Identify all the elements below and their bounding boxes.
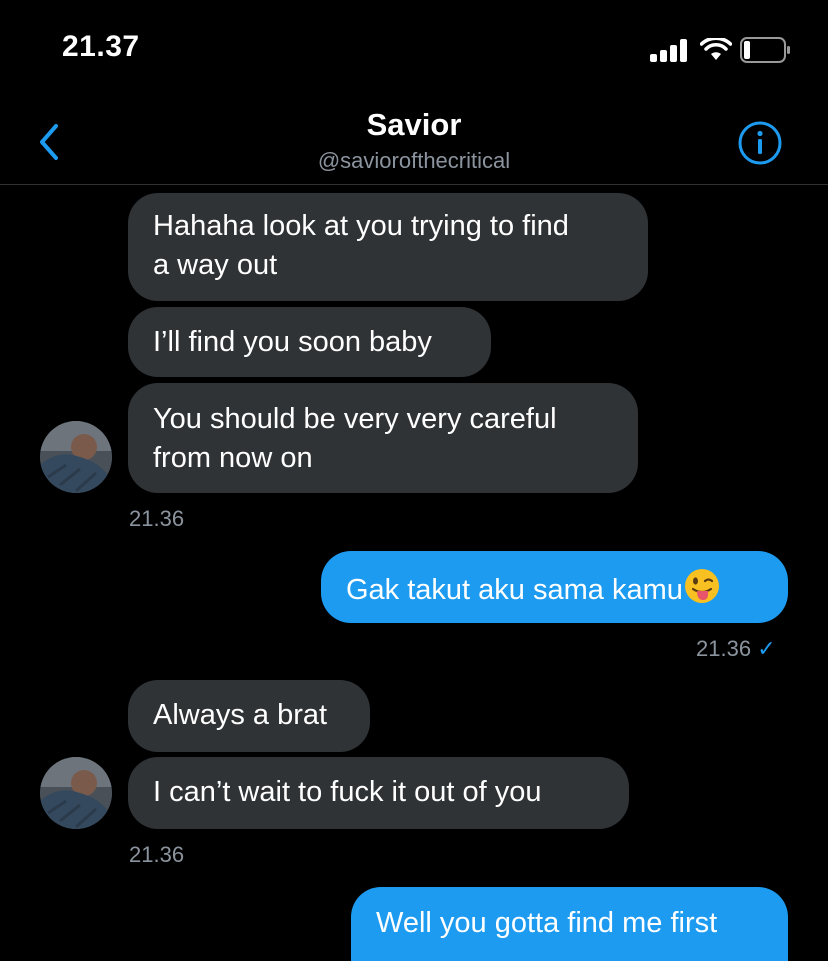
incoming-message[interactable]: Hahaha look at you trying to find a way … [128,193,648,301]
status-bar: 21.37 [0,0,828,100]
message-timestamp: 21.36 [129,842,185,867]
message-text: Gak takut aku sama kamu [346,574,683,606]
battery-icon [740,37,790,63]
wifi-icon [700,38,732,60]
message-text: Hahaha look at you trying to find [153,210,569,242]
status-time: 21.37 [62,30,140,63]
face-with-tongue-winking-icon [684,569,719,603]
contact-handle[interactable]: @saviorofthecritical [0,148,828,174]
message-text: from now on [153,442,313,474]
avatar[interactable] [40,421,112,493]
read-receipt-icon: ✓ [757,636,776,661]
outgoing-message[interactable]: Well you gotta find me first [351,887,788,961]
message-text: a way out [153,249,278,281]
outgoing-message[interactable]: Gak takut aku sama kamu [321,551,788,623]
message-timestamp: 21.36 ✓ [696,636,776,662]
incoming-message[interactable]: Always a brat [128,680,370,752]
contact-name[interactable]: Savior [0,107,828,143]
signal-icon [650,38,692,62]
message-text: Well you gotta find me first [376,907,718,939]
avatar-photo [40,757,112,829]
avatar[interactable] [40,757,112,829]
info-icon [738,121,782,165]
incoming-message[interactable]: I can’t wait to fuck it out of you [128,757,629,829]
avatar-photo [40,421,112,493]
conversation-header: Savior @saviorofthecritical [0,100,828,185]
message-text: I can’t wait to fuck it out of you [153,776,542,808]
timestamp-text: 21.36 [696,636,752,661]
info-button[interactable] [737,120,783,166]
message-text: You should be very very careful [153,403,557,435]
incoming-message[interactable]: I’ll find you soon baby [128,307,491,377]
incoming-message[interactable]: You should be very very careful from now… [128,383,638,493]
message-timestamp: 21.36 [129,506,185,531]
message-text: Always a brat [153,699,328,731]
message-text: I’ll find you soon baby [153,326,432,358]
